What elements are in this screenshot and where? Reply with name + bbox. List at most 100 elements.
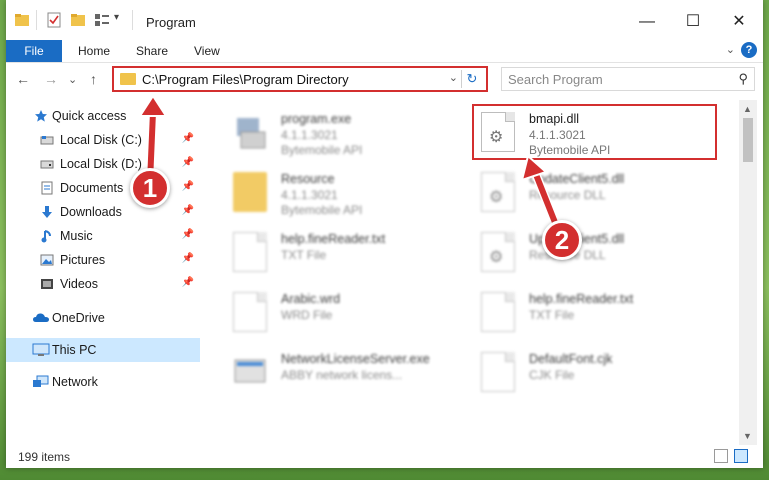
scroll-down-arrow-icon[interactable]: ▼: [743, 431, 752, 441]
navigation-pane: Quick access Local Disk (C:) 📌 Local Dis…: [6, 100, 200, 445]
file-name: NetworkLicenseServer.exe: [281, 352, 430, 366]
network-icon: [33, 375, 49, 387]
pin-icon[interactable]: 📌: [182, 205, 194, 216]
pin-icon[interactable]: 📌: [182, 157, 194, 168]
navigation-bar: ← → ⌄ ↑ C:\Program Files\Program Directo…: [6, 63, 763, 95]
recent-locations-chevron-icon[interactable]: ⌄: [68, 73, 77, 86]
divider: [36, 10, 37, 30]
sidebar-item-this-pc[interactable]: This PC: [6, 338, 200, 362]
search-input[interactable]: Search Program ⚲: [501, 67, 755, 91]
sidebar-item-label: Local Disk (C:): [60, 133, 142, 147]
refresh-button[interactable]: ↻: [461, 70, 482, 88]
file-name: program.exe: [281, 112, 352, 126]
properties-icon[interactable]: [46, 12, 62, 28]
file-item-updateclient5-dll[interactable]: ⚙ UpdateClient5.dll Resource DLL: [481, 226, 711, 280]
title-bar: ▾ Program — ☐ ✕: [6, 0, 763, 40]
address-path[interactable]: C:\Program Files\Program Directory: [142, 72, 349, 87]
sidebar-item-label: Music: [60, 229, 93, 243]
file-name: help.fineReader.txt: [281, 232, 386, 246]
sidebar-item-local-disk-c[interactable]: Local Disk (C:) 📌: [6, 128, 200, 152]
sidebar-item-downloads[interactable]: Downloads 📌: [6, 200, 200, 224]
file-item-resource-folder[interactable]: Resource 4.1.1.3021 Bytemobile API: [233, 166, 463, 220]
sidebar-item-label: Documents: [60, 181, 124, 195]
exe-icon: [237, 118, 266, 149]
sidebar-item-videos[interactable]: Videos 📌: [6, 272, 200, 296]
address-bar[interactable]: C:\Program Files\Program Directory ⌄ ↻: [112, 66, 488, 92]
sidebar-item-label: Downloads: [60, 205, 122, 219]
gear-icon: ⚙: [489, 189, 504, 206]
documents-icon: [41, 181, 53, 195]
address-dropdown-chevron-icon[interactable]: ⌄: [449, 71, 458, 84]
file-item-help-finereader-txt[interactable]: help.fineReader.txt TXT File: [233, 226, 463, 280]
sidebar-item-label: Pictures: [60, 253, 106, 267]
close-button[interactable]: ✕: [716, 4, 762, 40]
file-name: Arabic.wrd: [281, 292, 341, 306]
scrollbar-thumb[interactable]: [743, 118, 753, 162]
details-view-icon[interactable]: [714, 449, 728, 463]
file-item-program-exe[interactable]: program.exe 4.1.1.3021 Bytemobile API: [233, 106, 463, 160]
sidebar-item-quick-access[interactable]: Quick access: [6, 104, 200, 128]
file-item-defaultfont-cjk[interactable]: DefaultFont.cjk CJK File: [481, 346, 711, 400]
download-icon: [42, 206, 52, 218]
folder-icon: [120, 73, 136, 85]
sidebar-item-label: Quick access: [52, 109, 127, 123]
explorer-window: ▾ Program — ☐ ✕ File Home Share View ⌄ ?…: [6, 0, 763, 468]
scroll-up-arrow-icon[interactable]: ▲: [743, 104, 752, 114]
pictures-icon: [40, 254, 54, 266]
pin-icon[interactable]: 📌: [182, 229, 194, 240]
file-name: DefaultFont.cjk: [529, 352, 613, 366]
callout-1: 1: [130, 168, 170, 208]
minimize-button[interactable]: —: [624, 4, 670, 40]
large-icons-view-icon[interactable]: [734, 449, 748, 463]
sidebar-item-label: This PC: [52, 343, 97, 357]
file-type: Resource DLL: [529, 188, 606, 202]
vertical-scrollbar[interactable]: ▲ ▼: [739, 100, 757, 445]
maximize-button[interactable]: ☐: [670, 4, 716, 40]
forward-button[interactable]: →: [44, 71, 58, 87]
sidebar-item-label: OneDrive: [52, 311, 105, 325]
view-options-icon[interactable]: [94, 12, 110, 28]
customize-toolbar-chevron-icon[interactable]: ▾: [114, 12, 119, 23]
pin-icon[interactable]: 📌: [182, 277, 194, 288]
divider: [132, 10, 133, 30]
search-placeholder: Search Program: [508, 72, 603, 87]
exe-icon: [234, 359, 266, 383]
file-description: ABBY network licens...: [281, 368, 403, 382]
file-company: Bytemobile API: [281, 143, 363, 157]
tab-share[interactable]: Share: [136, 40, 168, 62]
folder-icon: [14, 12, 30, 28]
item-count: 199 items: [18, 450, 71, 464]
pin-icon[interactable]: 📌: [182, 181, 194, 192]
file-name: UpdateClient5.dll: [529, 172, 625, 186]
file-name: help.fineReader.txt: [529, 292, 634, 306]
pin-icon[interactable]: 📌: [182, 133, 194, 144]
sidebar-item-documents[interactable]: Documents 📌: [6, 176, 200, 200]
pin-icon[interactable]: 📌: [182, 253, 194, 264]
help-icon[interactable]: ?: [741, 42, 757, 58]
file-version: 4.1.1.3021: [281, 128, 338, 142]
drive-icon: [40, 160, 54, 169]
text-file-icon: [481, 352, 515, 392]
file-item-updateclient5-dll[interactable]: ⚙ UpdateClient5.dll Resource DLL: [481, 166, 711, 220]
sidebar-item-onedrive[interactable]: OneDrive: [6, 306, 200, 330]
text-file-icon: [233, 232, 267, 272]
sidebar-item-music[interactable]: Music 📌: [6, 224, 200, 248]
tab-file[interactable]: File: [6, 40, 62, 62]
tab-view[interactable]: View: [194, 40, 220, 62]
file-item-help-finereader-txt[interactable]: help.fineReader.txt TXT File: [481, 286, 711, 340]
text-file-icon: [481, 292, 515, 332]
new-folder-icon[interactable]: [70, 12, 86, 28]
back-button[interactable]: ←: [16, 71, 30, 87]
tab-home[interactable]: Home: [78, 40, 110, 62]
sidebar-item-label: Network: [52, 375, 98, 389]
sidebar-item-pictures[interactable]: Pictures 📌: [6, 248, 200, 272]
sidebar-item-local-disk-d[interactable]: Local Disk (D:) 📌: [6, 152, 200, 176]
file-version: 4.1.1.3021: [281, 188, 338, 202]
file-item-arabic-wrd[interactable]: Arabic.wrd WRD File: [233, 286, 463, 340]
file-item-networklicenseserver-exe[interactable]: NetworkLicenseServer.exe ABBY network li…: [233, 346, 463, 400]
expand-ribbon-chevron-icon[interactable]: ⌄: [726, 43, 735, 56]
up-button[interactable]: ↑: [90, 71, 97, 87]
computer-icon: [32, 343, 50, 356]
sidebar-item-network[interactable]: Network: [6, 370, 200, 394]
text-file-icon: [233, 292, 267, 332]
